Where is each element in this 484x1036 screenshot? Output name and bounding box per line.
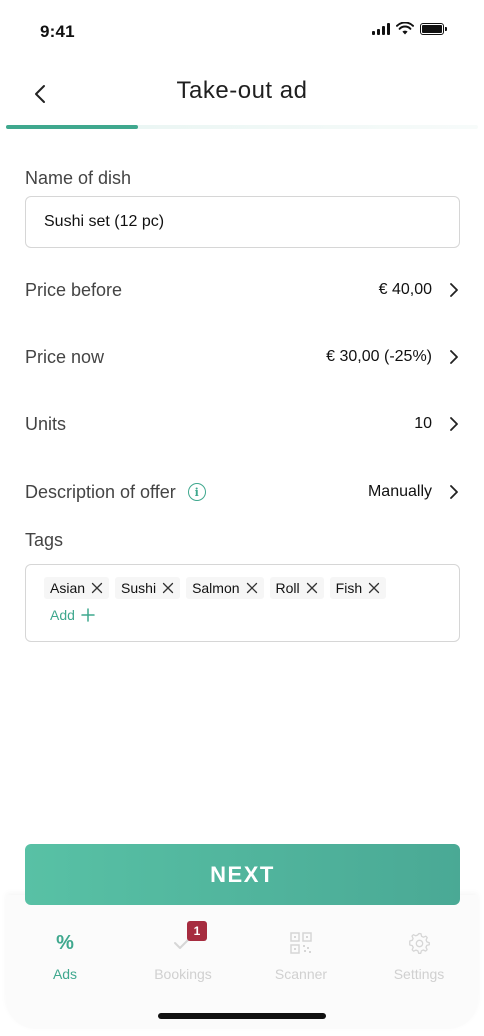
percent-icon: %	[56, 931, 74, 954]
description-row[interactable]: Description of offer i Manually	[25, 474, 460, 510]
tab-bookings-label: Bookings	[154, 966, 212, 982]
chevron-right-icon	[450, 417, 458, 431]
page-title: Take-out ad	[176, 77, 308, 104]
wifi-icon	[396, 22, 414, 35]
price-before-row[interactable]: Price before € 40,00	[25, 272, 460, 308]
tag-chip[interactable]: Salmon	[186, 577, 264, 599]
close-icon[interactable]	[246, 582, 258, 594]
units-value: 10	[414, 415, 432, 432]
status-icons	[372, 22, 447, 35]
qr-code-icon	[290, 932, 312, 954]
tag-chip[interactable]: Roll	[269, 577, 324, 599]
tab-ads-label: Ads	[52, 966, 78, 982]
battery-icon	[420, 22, 447, 35]
step-progress-fill	[6, 125, 139, 129]
tag-label: Sushi	[121, 580, 157, 596]
info-icon[interactable]: i	[187, 483, 206, 501]
gear-icon	[409, 932, 430, 954]
dish-name-input[interactable]	[25, 196, 460, 248]
phone-screen: 9:41 Take-out ad Name of dish Price befo…	[0, 0, 484, 1036]
dish-name-label: Name of dish	[25, 168, 132, 188]
bookings-badge: 1	[187, 921, 207, 941]
description-value: Manually	[367, 483, 432, 500]
close-icon[interactable]	[306, 582, 318, 594]
tab-settings[interactable]: Settings	[369, 930, 469, 990]
units-row[interactable]: Units 10	[25, 406, 460, 442]
close-icon[interactable]	[162, 582, 174, 594]
home-indicator	[158, 1013, 326, 1019]
tab-settings-label: Settings	[393, 966, 445, 982]
signal-icon	[372, 22, 390, 35]
add-tag-button[interactable]: Add	[50, 607, 95, 623]
close-icon[interactable]	[91, 582, 103, 594]
price-before-value: € 40,00	[378, 281, 432, 298]
tab-scanner[interactable]: Scanner	[251, 930, 351, 990]
description-label: Description of offer	[25, 481, 176, 502]
price-now-row[interactable]: Price now € 30,00 (-25%)	[25, 339, 460, 375]
description-label-group: Description of offer i	[25, 482, 206, 503]
chevron-right-icon	[450, 350, 458, 364]
tag-chip[interactable]: Fish	[329, 577, 387, 599]
tags-list: Asian Sushi Salmon Roll Fish	[44, 577, 441, 599]
tag-chip[interactable]: Asian	[44, 577, 110, 599]
units-label: Units	[25, 413, 67, 434]
price-before-label: Price before	[25, 279, 123, 300]
close-icon[interactable]	[368, 582, 380, 594]
chevron-right-icon	[450, 283, 458, 297]
tags-box: Asian Sushi Salmon Roll Fish Add	[25, 564, 460, 642]
plus-icon	[81, 608, 95, 622]
chevron-right-icon	[450, 485, 458, 499]
bottom-tab-bar: % Ads 1 Bookings Scanner Settings	[6, 895, 478, 1029]
tag-chip[interactable]: Sushi	[115, 577, 181, 599]
next-button[interactable]: NEXT	[25, 844, 460, 905]
tags-label: Tags	[25, 530, 64, 550]
tab-ads[interactable]: % Ads	[15, 930, 115, 990]
add-tag-label: Add	[50, 607, 75, 623]
tag-label: Fish	[335, 580, 363, 596]
step-progress-bar	[6, 125, 478, 129]
tab-scanner-label: Scanner	[274, 966, 328, 982]
tag-label: Salmon	[192, 580, 240, 596]
tag-label: Asian	[50, 580, 86, 596]
price-now-value: € 30,00 (-25%)	[326, 348, 432, 365]
tag-label: Roll	[275, 580, 300, 596]
tab-bookings[interactable]: 1 Bookings	[133, 921, 233, 990]
price-now-label: Price now	[25, 346, 105, 367]
status-time: 9:41	[40, 22, 75, 41]
